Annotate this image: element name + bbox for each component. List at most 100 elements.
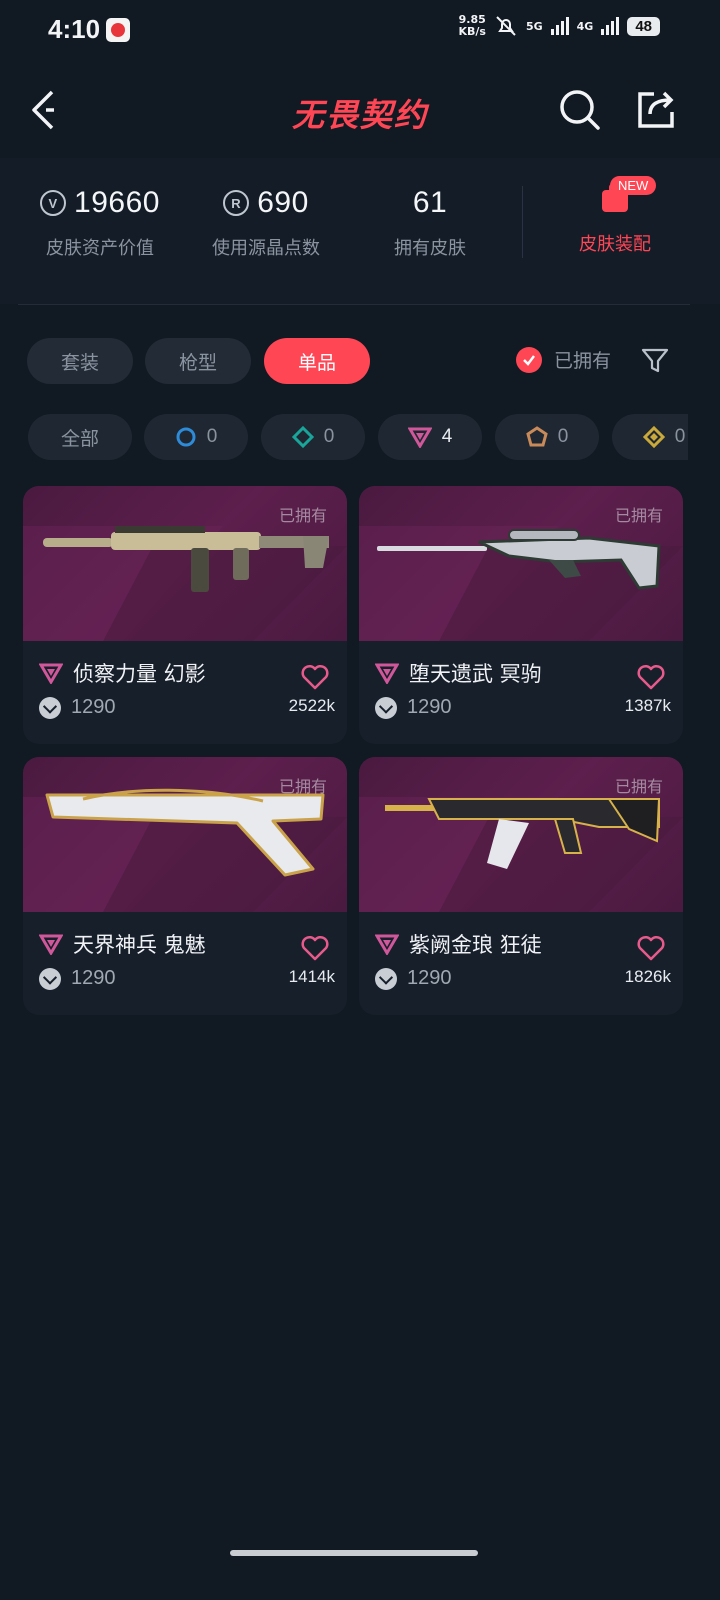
- favorite-heart-icon[interactable]: [637, 935, 665, 961]
- signal-icon-2: [601, 17, 620, 35]
- skin-equip-button[interactable]: NEW 皮肤装配: [540, 176, 690, 256]
- valorant-points-icon: [375, 967, 397, 990]
- page-title: 无畏契约: [291, 96, 428, 134]
- status-time: 4:10: [48, 14, 101, 44]
- deluxe-tier-icon: [291, 426, 314, 448]
- like-count: 1387k: [624, 696, 671, 715]
- stats-panel: V 19660 皮肤资产价值 R 690 使用源晶点数 61 拥有皮肤 NEW …: [0, 158, 720, 304]
- rarity-filter-row: 全部 0 0 4 0 0: [28, 414, 688, 460]
- funnel-icon: [641, 348, 669, 373]
- premium-tier-icon: [375, 663, 399, 684]
- chip-all-label: 全部: [60, 428, 99, 450]
- skin-price: 1290: [71, 696, 116, 718]
- search-icon: [560, 90, 600, 130]
- battery-icon: 48: [627, 16, 660, 36]
- stats-divider: [522, 186, 523, 258]
- network-speed: 9.85 KB/s: [458, 14, 485, 38]
- asset-value-label: 皮肤资产价值: [46, 238, 154, 259]
- network-5g-label: 5G: [525, 19, 543, 33]
- valorant-points-icon: [39, 696, 61, 719]
- notification-app-icon: [106, 18, 130, 42]
- select-tier-icon: [176, 427, 196, 447]
- skin-image: 已拥有: [359, 486, 683, 641]
- asset-value: 19660: [74, 186, 160, 219]
- chip-exclusive-tier[interactable]: 0: [612, 414, 688, 460]
- chip-select-tier[interactable]: 0: [144, 414, 248, 460]
- network-4g-label: 4G: [576, 19, 594, 33]
- skin-name-row: 侦察力量 幻影: [39, 658, 206, 688]
- chip-deluxe-count: 0: [323, 426, 335, 447]
- skin-price: 1290: [407, 696, 452, 718]
- skin-card[interactable]: 已拥有 侦察力量 幻影 1290 2522k: [23, 486, 347, 744]
- chip-exclusive-count: 0: [674, 426, 686, 447]
- tab-weapon-type[interactable]: 枪型: [145, 338, 251, 384]
- mute-bell-icon: [496, 16, 516, 36]
- owned-tag: 已拥有: [614, 506, 663, 525]
- skin-price-row: 1290: [39, 967, 116, 990]
- owned-skins-label: 拥有皮肤: [394, 238, 466, 259]
- chip-premium-tier[interactable]: 4: [378, 414, 482, 460]
- owned-skins-count: 61: [412, 186, 448, 219]
- owned-filter-label: 已拥有: [554, 350, 612, 372]
- tab-single-item[interactable]: 单品: [264, 338, 370, 384]
- skin-price: 1290: [407, 967, 452, 989]
- skin-name-row: 天界神兵 鬼魅: [39, 929, 206, 959]
- search-button[interactable]: [558, 88, 602, 132]
- chip-premium-count: 4: [441, 426, 453, 447]
- exclusive-tier-icon: [642, 426, 665, 448]
- skin-card[interactable]: 已拥有 紫阙金琅 狂徒 1290 1826k: [359, 757, 683, 1015]
- premium-tier-icon: [39, 934, 63, 955]
- filter-button[interactable]: [640, 346, 670, 376]
- skin-price: 1290: [71, 967, 116, 989]
- ultra-tier-icon: [525, 426, 548, 447]
- asset-value-stat: V 19660 皮肤资产价值: [40, 186, 160, 260]
- network-speed-unit: KB/s: [458, 25, 486, 38]
- valorant-points-icon: [39, 967, 61, 990]
- skin-card[interactable]: 已拥有 天界神兵 鬼魅 1290 1414k: [23, 757, 347, 1015]
- owned-tag: 已拥有: [278, 506, 327, 525]
- status-bar: 4:10 9.85 KB/s 5G 4G 48: [0, 0, 720, 62]
- valorant-points-icon: [375, 696, 397, 719]
- radianite-points-icon: R: [223, 190, 250, 216]
- favorite-heart-icon[interactable]: [637, 664, 665, 690]
- app-header: 无畏契约: [0, 62, 720, 158]
- radianite-value: 690: [257, 186, 309, 219]
- premium-tier-icon: [375, 934, 399, 955]
- skin-name-row: 紫阙金琅 狂徒: [375, 929, 542, 959]
- checkmark-icon: [516, 346, 542, 373]
- section-divider: [18, 304, 690, 305]
- home-indicator[interactable]: [230, 1550, 478, 1556]
- favorite-heart-icon[interactable]: [301, 664, 329, 690]
- owned-skins-stat: 61 拥有皮肤: [380, 186, 480, 260]
- share-button[interactable]: [634, 88, 678, 132]
- chip-ultra-tier[interactable]: 0: [495, 414, 599, 460]
- skin-name-row: 堕天遗武 冥驹: [375, 658, 542, 688]
- owned-tag: 已拥有: [614, 777, 663, 796]
- valorant-points-icon: V: [40, 190, 67, 216]
- status-indicators: 9.85 KB/s 5G 4G 48: [458, 14, 660, 38]
- premium-tier-icon: [39, 663, 63, 684]
- chip-all[interactable]: 全部: [28, 414, 132, 460]
- owned-tag: 已拥有: [278, 777, 327, 796]
- skin-image: 已拥有: [23, 486, 347, 641]
- skin-card[interactable]: 已拥有 堕天遗武 冥驹 1290 1387k: [359, 486, 683, 744]
- skin-price-row: 1290: [375, 967, 452, 990]
- skin-name: 天界神兵 鬼魅: [73, 933, 206, 957]
- radianite-label: 使用源晶点数: [212, 238, 320, 259]
- skin-price-row: 1290: [375, 696, 452, 719]
- skin-name: 侦察力量 幻影: [73, 662, 206, 686]
- owned-filter-checkbox[interactable]: 已拥有: [516, 346, 611, 373]
- new-badge: NEW: [610, 176, 657, 195]
- like-count: 1826k: [624, 967, 671, 986]
- like-count: 1414k: [288, 967, 335, 986]
- skin-name: 紫阙金琅 狂徒: [409, 933, 542, 957]
- like-count: 2522k: [288, 696, 335, 715]
- favorite-heart-icon[interactable]: [301, 935, 329, 961]
- premium-tier-icon: [407, 427, 432, 448]
- skin-image: 已拥有: [23, 757, 347, 912]
- chip-ultra-count: 0: [557, 426, 569, 447]
- signal-icon: [550, 17, 569, 35]
- radianite-stat: R 690 使用源晶点数: [206, 186, 326, 260]
- tab-bundle[interactable]: 套装: [27, 338, 133, 384]
- chip-deluxe-tier[interactable]: 0: [261, 414, 365, 460]
